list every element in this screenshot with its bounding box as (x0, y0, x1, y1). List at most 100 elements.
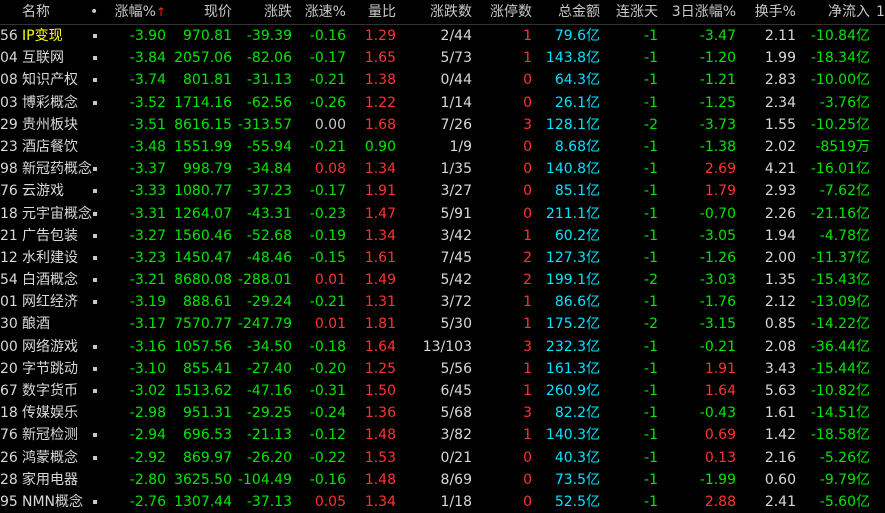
row-inflow: -4.78亿 (819, 227, 870, 244)
col-inflow[interactable]: 净流入 (800, 0, 870, 22)
row-mark-icon (93, 380, 101, 402)
col-ratio[interactable]: 量比 (350, 0, 396, 22)
row-speed: -0.21 (309, 72, 346, 89)
row-pct: -3.02 (129, 383, 166, 399)
row-change: -82.06 (246, 50, 292, 67)
row-amount: 232.3亿 (536, 336, 600, 358)
row-updown: 3/42 (440, 227, 472, 244)
mark-dot-icon (93, 167, 97, 172)
row-amount: 143.8亿 (536, 47, 600, 69)
row-ratio: 1.34 (364, 161, 396, 178)
row-code: 12 (0, 249, 18, 266)
row-speed: -0.26 (309, 94, 346, 111)
row-streak: -1 (644, 249, 658, 266)
row-pct3: 1.91 (704, 360, 736, 377)
row-pct: -3.27 (129, 227, 166, 244)
row-inflow: -36.44亿 (810, 338, 870, 355)
row-name: 酒店餐饮 (22, 138, 78, 155)
row-change: -52.68 (246, 227, 292, 244)
table-row[interactable]: 08 知识产权 -3.74 801.81 -31.13 -0.21 1.38 0/44 0 64.… (0, 69, 885, 91)
row-price: 1551.99 (174, 138, 232, 155)
col-pct3[interactable]: 3日涨幅% (662, 0, 736, 22)
table-row[interactable]: 56 IP变现 -3.90 970.81 -39.39 -0.16 1.29 2/44 1 79.… (0, 25, 885, 47)
row-ratio: 1.81 (364, 316, 396, 333)
row-inflow: -10.00亿 (810, 72, 870, 89)
row-inflow: -11.37亿 (810, 249, 870, 266)
row-pct3: -0.21 (699, 338, 736, 355)
row-pct3: 2.69 (704, 161, 736, 178)
row-streak: -1 (644, 138, 658, 155)
sort-arrow-icon: ↑ (155, 5, 166, 19)
row-name: 贵州板块 (22, 116, 78, 133)
table-row[interactable]: 26 鸿蒙概念 -2.92 869.97 -26.20 -0.22 1.53 0/21 0 40.… (0, 447, 885, 469)
table-row[interactable]: 01 网红经济 -3.19 888.61 -29.24 -0.21 1.31 3/72 1 86.… (0, 291, 885, 313)
row-pct3: 0.13 (704, 449, 736, 466)
table-row[interactable]: 18 传媒娱乐 -2.98 951.31 -29.25 -0.24 1.36 5/68 3 82.… (0, 402, 885, 424)
row-updown: 6/45 (440, 383, 472, 399)
row-turnover: 1.99 (764, 50, 796, 67)
table-row[interactable]: 12 水利建设 -3.23 1450.47 -48.46 -0.15 1.61 7/45 2 12… (0, 247, 885, 269)
row-inflow: -5.60亿 (819, 493, 870, 510)
row-amount: 60.2亿 (536, 225, 600, 247)
row-pct: -3.31 (129, 205, 166, 222)
row-price: 696.53 (183, 427, 232, 444)
row-price: 998.79 (183, 161, 232, 178)
table-row[interactable]: 54 白酒概念 -3.21 8680.08 -288.01 0.01 1.49 5/42 2 19… (0, 269, 885, 291)
row-mark-icon (93, 92, 101, 114)
row-code: 01 (0, 294, 18, 311)
table-row[interactable]: 03 博彩概念 -3.52 1714.16 -62.56 -0.26 1.22 1/14 0 26… (0, 92, 885, 114)
mark-dot-icon (93, 300, 97, 305)
col-turnover[interactable]: 换手% (740, 0, 796, 22)
table-row[interactable]: 18 元宇宙概念 -3.31 1264.07 -43.31 -0.23 1.47 5/91 0 2… (0, 203, 885, 225)
row-change: -26.20 (246, 449, 292, 466)
row-streak: -1 (644, 493, 658, 510)
row-streak: -2 (644, 116, 658, 133)
row-pct: -3.37 (129, 161, 166, 178)
col-price[interactable]: 现价 (170, 0, 232, 22)
table-row[interactable]: 20 字节跳动 -3.10 855.41 -27.40 -0.20 1.25 5/56 1 161… (0, 358, 885, 380)
row-speed: 0.08 (314, 161, 346, 178)
table-row[interactable]: 21 广告包装 -3.27 1560.46 -52.68 -0.19 1.34 3/42 1 60… (0, 225, 885, 247)
table-row[interactable]: 00 网络游戏 -3.16 1057.56 -34.50 -0.18 1.64 13/103 3… (0, 336, 885, 358)
col-mark: • (90, 4, 99, 20)
col-extra: 1 (876, 4, 885, 20)
table-row[interactable]: 95 NMN概念 -2.76 1307.44 -37.13 0.05 1.34 1/18 0 52… (0, 491, 885, 513)
table-row[interactable]: 30 酿酒 -3.17 7570.77 -247.79 0.01 1.81 5/30 1 175.… (0, 313, 885, 335)
row-pct: -3.84 (129, 50, 166, 67)
col-limitup[interactable]: 涨停数 (476, 0, 532, 22)
row-amount-unit: 亿 (586, 227, 600, 244)
col-amount[interactable]: 总金额 (536, 0, 600, 22)
table-row[interactable]: 04 互联网 -3.84 2057.06 -82.06 -0.17 1.65 5/73 1 143… (0, 47, 885, 69)
row-code: 56 (0, 28, 18, 44)
row-pct: -3.17 (129, 316, 166, 333)
col-pct[interactable]: 涨幅%↑ (104, 0, 166, 22)
row-turnover: 4.21 (764, 161, 796, 178)
row-price: 1264.07 (174, 205, 232, 222)
row-inflow: -15.43亿 (810, 272, 870, 289)
row-turnover: 1.42 (764, 427, 796, 444)
row-code: 67 (0, 383, 18, 399)
row-code: 18 (0, 405, 18, 422)
col-updown[interactable]: 涨跌数 (402, 0, 472, 22)
table-row[interactable]: 98 新冠药概念 -3.37 998.79 -34.84 0.08 1.34 1/35 0 140… (0, 158, 885, 180)
row-amount-value: 52.5 (554, 493, 586, 510)
col-name[interactable]: 名称 (22, 0, 82, 22)
table-row[interactable]: 67 数字货币 -3.02 1513.62 -47.16 -0.31 1.50 6/45 1 26… (0, 380, 885, 402)
col-change[interactable]: 涨跌 (236, 0, 292, 22)
row-price: 1513.62 (174, 383, 232, 399)
row-updown: 3/27 (440, 183, 472, 200)
table-row[interactable]: 23 酒店餐饮 -3.48 1551.99 -55.94 -0.21 0.90 1/9 0 8.6… (0, 136, 885, 158)
row-streak: -2 (644, 316, 658, 333)
row-speed: -0.18 (309, 338, 346, 355)
table-row[interactable]: 76 云游戏 -3.33 1080.77 -37.23 -0.17 1.91 3/27 0 85.… (0, 180, 885, 202)
table-row[interactable]: 76 新冠检测 -2.94 696.53 -21.13 -0.12 1.48 3/82 1 140… (0, 424, 885, 446)
table-row[interactable]: 29 贵州板块 -3.51 8616.15 -313.57 0.00 1.68 7/26 3 12… (0, 114, 885, 136)
row-price: 7570.77 (174, 316, 232, 333)
table-row[interactable]: 28 家用电器 -2.80 3625.50 -104.49 -0.16 1.48 8/69 0 7… (0, 469, 885, 491)
row-updown: 1/9 (449, 138, 472, 155)
row-pct: -3.48 (129, 138, 166, 155)
row-change: -48.46 (246, 249, 292, 266)
col-speed[interactable]: 涨速% (296, 0, 346, 22)
col-streak[interactable]: 连涨天 (604, 0, 658, 22)
row-speed: 0.01 (314, 316, 346, 333)
